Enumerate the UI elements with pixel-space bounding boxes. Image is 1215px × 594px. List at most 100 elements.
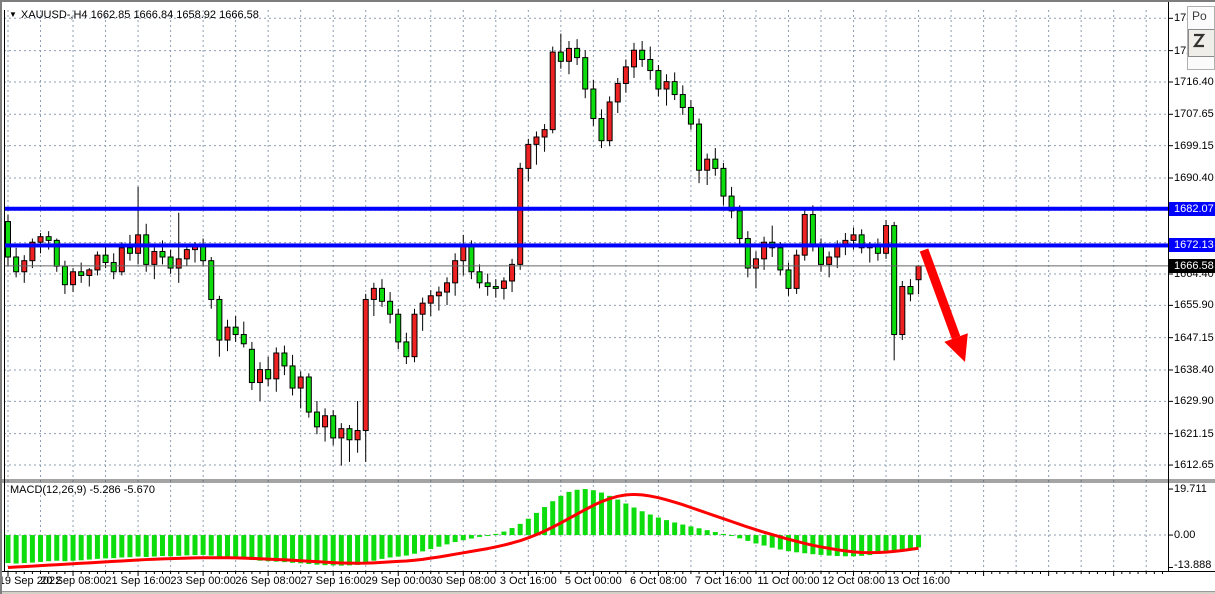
candle <box>558 52 563 61</box>
candle <box>258 370 263 383</box>
macd-histogram-bar <box>62 535 67 561</box>
partial-popup: Po <box>1187 6 1215 70</box>
horizontal-line-1672.13[interactable] <box>4 243 1168 247</box>
candle <box>591 89 596 119</box>
macd-histogram-bar <box>249 535 254 560</box>
popup-partial-text: Po <box>1192 9 1214 23</box>
candle <box>339 429 344 438</box>
price-axis-label: 1621.15 <box>1174 428 1214 440</box>
macd-histogram-bar <box>95 535 100 559</box>
macd-histogram-bar <box>827 535 832 556</box>
macd-histogram-bar <box>526 519 531 535</box>
price-axis-label: 1638.40 <box>1174 364 1214 376</box>
candle <box>607 102 612 141</box>
macd-histogram-bar <box>412 535 417 554</box>
hline-price-tag: 1682.07 <box>1169 202 1215 216</box>
candle <box>810 215 815 245</box>
macd-histogram-bar <box>436 535 441 547</box>
macd-histogram-bar <box>510 528 515 535</box>
macd-indicator-label: MACD(12,26,9) -5.286 -5.670 <box>10 484 155 496</box>
candle <box>314 412 319 427</box>
macd-histogram-bar <box>819 535 824 555</box>
time-axis-label: 7 Oct 16:00 <box>695 575 752 587</box>
candle <box>575 48 580 57</box>
candle <box>379 288 384 301</box>
macd-histogram-bar <box>591 490 596 535</box>
ohlc-open: 1662.85 <box>91 9 131 21</box>
macd-histogram-bar <box>184 535 189 555</box>
macd-histogram-bar <box>493 534 498 535</box>
down-arrow-head[interactable] <box>944 333 967 362</box>
time-axis-label: 23 Sep 00:00 <box>170 575 235 587</box>
horizontal-line-1682.07[interactable] <box>4 207 1168 211</box>
time-axis-label: 20 Sep 08:00 <box>40 575 105 587</box>
popup-button-icon <box>1189 30 1211 52</box>
macd-signal-value: -5.670 <box>124 484 155 496</box>
candle <box>306 377 311 412</box>
macd-histogram-bar <box>420 535 425 551</box>
macd-histogram-bar <box>241 535 246 559</box>
macd-histogram-bar <box>46 535 51 561</box>
price-axis-label: 1716.40 <box>1174 76 1214 88</box>
macd-histogram-bar <box>201 535 206 555</box>
candle <box>266 370 271 379</box>
candle <box>184 250 189 259</box>
symbol-dropdown-icon[interactable]: ▼ <box>9 10 17 19</box>
time-axis-label: 5 Oct 00:00 <box>565 575 622 587</box>
candle <box>648 59 653 70</box>
macd-histogram-bar <box>485 535 490 536</box>
time-axis-label: 13 Oct 16:00 <box>887 575 950 587</box>
candle <box>152 251 157 264</box>
macd-histogram-bar <box>54 535 59 561</box>
macd-histogram-bar <box>884 535 889 553</box>
time-axis-label: 11 Oct 00:00 <box>757 575 819 587</box>
candle <box>672 82 677 95</box>
macd-histogram-bar <box>737 535 742 538</box>
macd-scale-label: -13.888 <box>1174 559 1211 571</box>
macd-histogram-bar <box>168 535 173 556</box>
macd-histogram-bar <box>209 535 214 556</box>
macd-histogram-bar <box>152 535 157 556</box>
candle <box>323 416 328 427</box>
macd-histogram-bar <box>753 535 758 543</box>
macd-histogram-bar <box>38 535 43 562</box>
macd-histogram-bar <box>30 535 35 563</box>
macd-histogram-bar <box>225 535 230 558</box>
price-axis-label: 1647.15 <box>1174 332 1214 344</box>
price-axis-label: 1655.90 <box>1174 299 1214 311</box>
macd-histogram-bar <box>14 535 19 563</box>
candle <box>599 119 604 141</box>
candle <box>753 259 758 268</box>
candle <box>241 335 246 344</box>
macd-histogram-bar <box>388 535 393 557</box>
macd-scale-label: 0.00 <box>1174 529 1195 541</box>
price-axis-label: 1707.65 <box>1174 108 1214 120</box>
candle <box>249 349 254 382</box>
symbol-timeframe-label: XAUUSD-,H4 <box>21 9 88 21</box>
macd-histogram-bar <box>371 535 376 561</box>
candle <box>119 248 124 272</box>
macd-histogram-bar <box>599 493 604 535</box>
candle <box>87 270 92 276</box>
candle <box>176 259 181 268</box>
chart-canvas[interactable] <box>2 2 1215 594</box>
macd-histogram-bar <box>534 513 539 535</box>
candle <box>786 270 791 288</box>
price-axis-label: 1612.65 <box>1174 459 1214 471</box>
macd-histogram-bar <box>331 535 336 565</box>
candle <box>111 263 116 272</box>
popup-button[interactable] <box>1188 29 1215 57</box>
macd-histogram-bar <box>136 535 141 556</box>
candle <box>371 288 376 299</box>
candle <box>656 71 661 89</box>
macd-histogram-bar <box>192 535 197 555</box>
macd-histogram-bar <box>282 535 287 562</box>
macd-histogram-bar <box>908 535 913 549</box>
down-arrow-shaft[interactable] <box>924 250 956 338</box>
candle <box>802 215 807 256</box>
macd-histogram-bar <box>22 535 27 563</box>
macd-scale-label: 19.711 <box>1174 483 1207 495</box>
candle <box>851 235 856 241</box>
macd-histogram-bar <box>672 522 677 535</box>
candle <box>583 58 588 89</box>
